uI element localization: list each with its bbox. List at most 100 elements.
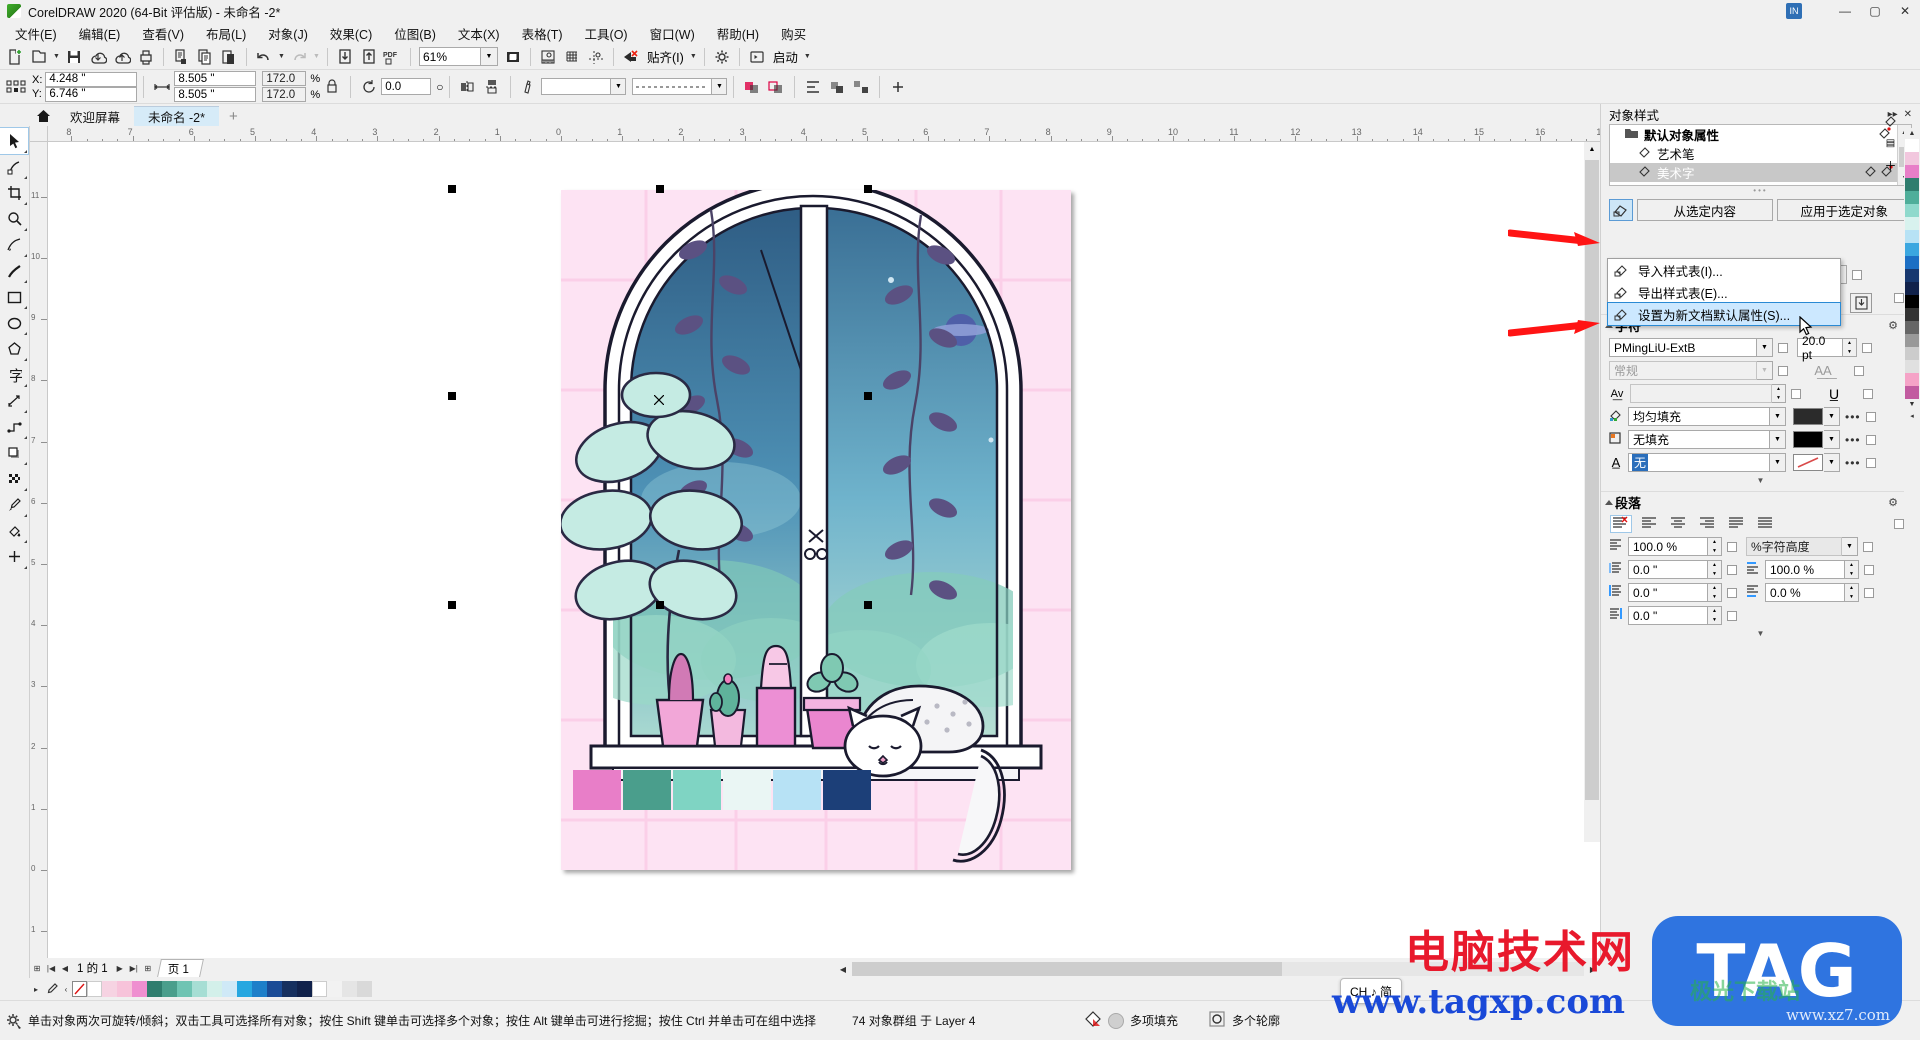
mirror-vertical-icon[interactable] bbox=[481, 76, 503, 98]
mirror-horizontal-icon[interactable] bbox=[457, 76, 479, 98]
palette-swatch[interactable] bbox=[1905, 217, 1919, 230]
outline-style-preview[interactable] bbox=[632, 78, 713, 95]
vertical-scroll-thumb[interactable] bbox=[1585, 160, 1599, 800]
scroll-up-arrow-icon[interactable]: ▲ bbox=[1584, 142, 1600, 156]
fill-color-indicator-icon[interactable] bbox=[1084, 1010, 1102, 1031]
palette-swatch[interactable] bbox=[1905, 347, 1919, 360]
style-node-artistic-media[interactable]: 艺术笔 bbox=[1610, 144, 1911, 163]
zoom-tool[interactable] bbox=[0, 206, 28, 232]
selection-handle-mr[interactable] bbox=[864, 392, 872, 400]
right-indent-input[interactable]: 0.0 " bbox=[1628, 606, 1708, 625]
palette-scroll-down-icon[interactable]: ▼ bbox=[1904, 399, 1920, 410]
style-node-default-object-properties[interactable]: 默认对象属性 bbox=[1610, 125, 1911, 144]
style-node-callout[interactable]: 标注 bbox=[1610, 182, 1911, 185]
palette-swatch[interactable] bbox=[1905, 230, 1919, 243]
open-document-icon[interactable] bbox=[28, 46, 50, 68]
menu-window[interactable]: 窗口(W) bbox=[639, 22, 706, 45]
import-style-icon[interactable] bbox=[1850, 293, 1872, 313]
palette-swatch[interactable] bbox=[1905, 165, 1919, 178]
line-spacing-unit-input[interactable]: %字符高度 bbox=[1746, 537, 1842, 556]
menu-help[interactable]: 帮助(H) bbox=[706, 22, 770, 45]
line-spacing-spinner[interactable]: ▲ ▼ bbox=[1708, 537, 1722, 556]
artistic-media-tool[interactable] bbox=[0, 258, 28, 284]
polygon-tool-flyout-icon[interactable] bbox=[24, 358, 27, 361]
add-tab-button[interactable]: + bbox=[218, 106, 248, 126]
ungroup-icon[interactable] bbox=[850, 76, 872, 98]
first-indent-checkbox[interactable] bbox=[1727, 564, 1737, 575]
smartfill-tool-flyout-icon[interactable] bbox=[24, 566, 27, 569]
import-icon[interactable] bbox=[87, 46, 109, 68]
fill-swatch-indicator[interactable] bbox=[1107, 1012, 1124, 1029]
scale-height-input[interactable]: 172.0 bbox=[262, 87, 307, 102]
text-outline-color-swatch[interactable] bbox=[1793, 431, 1823, 448]
after-paragraph-input[interactable]: 0.0 % bbox=[1765, 583, 1845, 602]
font-size-spinner[interactable]: ▲ ▼ bbox=[1843, 338, 1857, 357]
align-justify[interactable] bbox=[1727, 516, 1747, 532]
undo-icon[interactable] bbox=[253, 46, 275, 68]
add-page-after-icon[interactable]: ⊞ bbox=[141, 960, 155, 976]
apply-to-selection-button[interactable]: 应用于选定对象 bbox=[1776, 199, 1912, 221]
crop-tool[interactable] bbox=[0, 180, 28, 206]
underline-icon[interactable]: U̲ bbox=[1810, 386, 1858, 402]
color-bar-swatch[interactable] bbox=[222, 981, 237, 997]
style-node-artistic-text[interactable]: 美术字 bbox=[1610, 163, 1911, 182]
snap-off-icon[interactable] bbox=[620, 46, 642, 68]
outline-width-icon[interactable] bbox=[518, 76, 540, 98]
minimize-button[interactable]: — bbox=[1830, 0, 1860, 22]
left-indent-input[interactable]: 0.0 " bbox=[1628, 583, 1708, 602]
crop-tool-flyout-icon[interactable] bbox=[24, 202, 27, 205]
caps-checkbox[interactable] bbox=[1854, 365, 1864, 376]
paragraph-collapse-icon[interactable] bbox=[1605, 500, 1613, 505]
selection-handle-tr[interactable] bbox=[864, 185, 872, 193]
line-spacing-unit-dropdown-icon[interactable]: ▼ bbox=[1842, 537, 1858, 556]
palette-swatch[interactable] bbox=[1905, 243, 1919, 256]
outline-style-combo[interactable]: ▼ bbox=[632, 78, 728, 95]
palette-prev-icon[interactable]: ‹ bbox=[60, 985, 72, 994]
width-input[interactable]: 8.505 " bbox=[174, 71, 257, 86]
kerning-checkbox[interactable] bbox=[1791, 388, 1801, 399]
outline-indicator-icon[interactable] bbox=[1208, 1010, 1226, 1031]
artwork-illustration[interactable] bbox=[561, 190, 1071, 870]
fill-tool-flyout-icon[interactable] bbox=[24, 540, 27, 543]
document-page[interactable] bbox=[561, 190, 1071, 870]
text-tool[interactable]: 字 bbox=[0, 362, 28, 388]
freehand-tool-flyout-icon[interactable] bbox=[24, 254, 27, 257]
general-style-checkbox[interactable] bbox=[1852, 269, 1862, 280]
lock-ratio-icon[interactable] bbox=[321, 76, 343, 98]
color-bar-swatch[interactable] bbox=[147, 981, 162, 997]
palette-swatch[interactable] bbox=[1905, 308, 1919, 321]
right-indent-spinner[interactable]: ▲ ▼ bbox=[1708, 606, 1722, 625]
drawing-canvas[interactable] bbox=[48, 142, 1600, 978]
horizontal-scroll-thumb[interactable] bbox=[852, 962, 1282, 976]
kerning-input[interactable] bbox=[1630, 384, 1772, 403]
freehand-tool[interactable] bbox=[0, 232, 28, 258]
selection-handle-bl[interactable] bbox=[448, 601, 456, 609]
character-expand-more-icon[interactable]: ▼ bbox=[1601, 474, 1920, 487]
palette-swatch[interactable] bbox=[1905, 334, 1919, 347]
palette-swatch[interactable] bbox=[1905, 295, 1919, 308]
character-gear-icon[interactable]: ⚙ bbox=[1888, 319, 1898, 332]
open-dropdown-icon[interactable]: ▼ bbox=[51, 46, 62, 68]
alignment-checkbox[interactable] bbox=[1894, 519, 1904, 529]
snap-to-label[interactable]: 贴齐(I) bbox=[643, 47, 688, 66]
rotation-icon[interactable] bbox=[358, 76, 380, 98]
x-position-input[interactable]: 4.248 " bbox=[45, 71, 138, 87]
text-fill-dropdown-icon[interactable]: ▼ bbox=[1770, 407, 1786, 426]
paragraph-gear-icon[interactable]: ⚙ bbox=[1888, 496, 1898, 509]
text-fill-color-swatch[interactable] bbox=[1793, 408, 1823, 425]
connector-tool[interactable] bbox=[0, 414, 28, 440]
horizontal-ruler[interactable]: 8765432101234567891011121314151617 bbox=[48, 126, 1600, 142]
height-input[interactable]: 8.505 " bbox=[174, 87, 257, 102]
palette-swatch[interactable] bbox=[1905, 204, 1919, 217]
zoom-input[interactable] bbox=[419, 47, 481, 66]
new-document-icon[interactable] bbox=[4, 46, 26, 68]
eyedropper-tool-flyout-icon[interactable] bbox=[24, 514, 27, 517]
selection-handle-bc[interactable] bbox=[656, 601, 664, 609]
palette-swatch[interactable] bbox=[1905, 360, 1919, 373]
text-outline-dropdown-icon[interactable]: ▼ bbox=[1770, 430, 1786, 449]
align-center[interactable] bbox=[1669, 516, 1689, 532]
group-icon[interactable] bbox=[826, 76, 848, 98]
underline-color-swatch[interactable] bbox=[1793, 454, 1823, 471]
maximize-button[interactable]: ▢ bbox=[1860, 0, 1890, 22]
show-rulers-icon[interactable] bbox=[537, 46, 559, 68]
